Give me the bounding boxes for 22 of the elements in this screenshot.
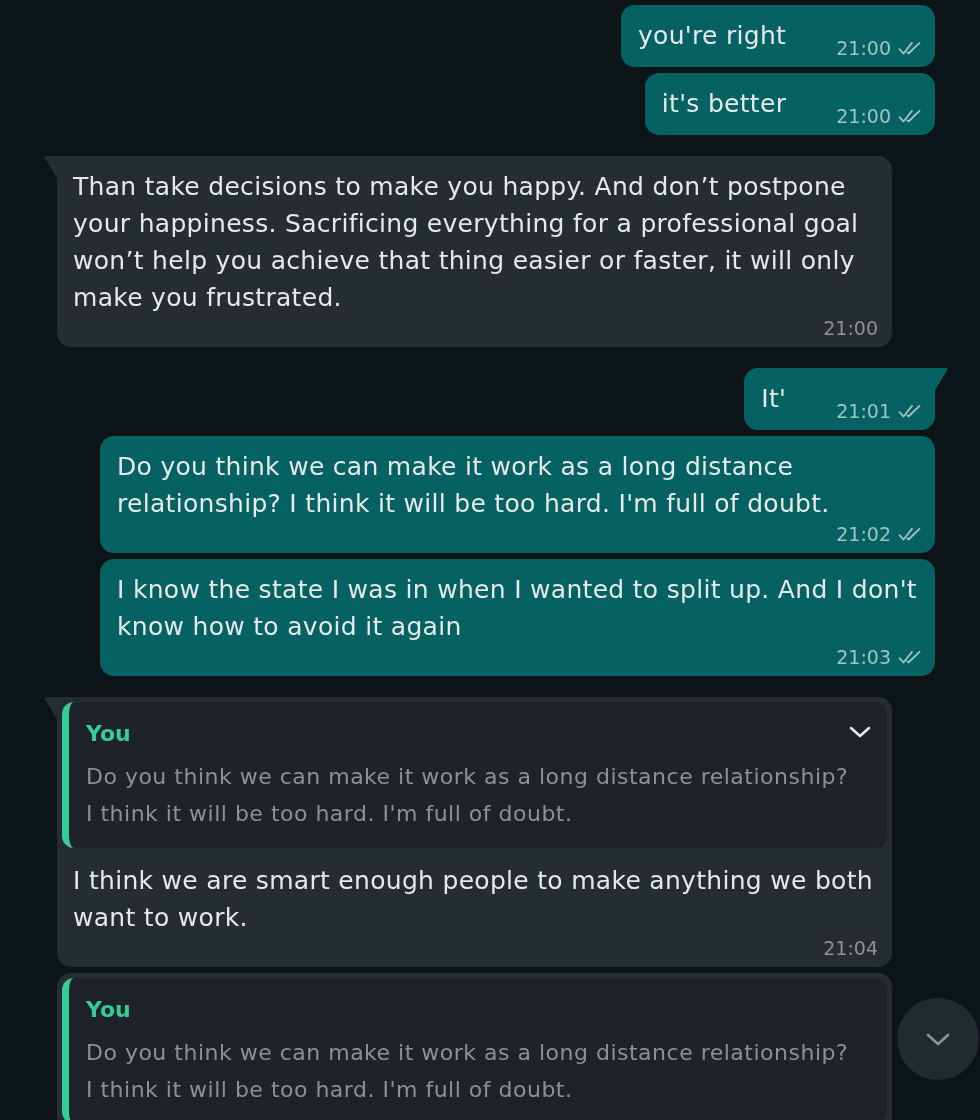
message-text: I think we are smart enough people to make anything we both want to work. — [73, 865, 874, 934]
message-text: It' — [761, 383, 787, 415]
message-time: 21:04 — [823, 936, 878, 960]
message-text: you're right — [638, 20, 787, 52]
chevron-down-icon — [926, 1032, 950, 1046]
quote-author: You — [86, 996, 131, 1024]
message-time: 21:01 — [836, 399, 891, 423]
quote-text: Do you think we can make it work as a long distance relationship? I think it will be too hard. I'm full of doubt. — [86, 763, 850, 828]
chevron-down-icon[interactable] — [849, 726, 871, 738]
message-time: 21:00 — [836, 36, 891, 60]
quoted-message[interactable]: You Do you think we can make it work as a long distance relationship? I think it will be too hard. I'm full of doubt. — [62, 978, 887, 1120]
quote-author: You — [86, 720, 131, 748]
message-text: I know the state I was in when I wanted to split up. And I don't know how to avoid it again — [117, 574, 918, 643]
message-text: Than take decisions to make you happy. And don’t postpone your happiness. Sacrificing everything for a professional goal won’t help you achieve that thing easier or faster, it will only make you frustrated. — [73, 171, 860, 314]
message-time: 21:00 — [823, 316, 878, 340]
quoted-message[interactable]: You Do you think we can make it work as a long distance relationship? I think it will be too hard. I'm full of doubt. — [62, 702, 887, 848]
message-text: it's better — [661, 88, 787, 120]
message-text: Do you think we can make it work as a long distance relationship? I think it will be too hard. I'm full of doubt. — [117, 451, 831, 520]
message-time: 21:00 — [836, 104, 891, 128]
quote-text: Do you think we can make it work as a long distance relationship? I think it will be too hard. I'm full of doubt. — [86, 1039, 850, 1104]
message-time: 21:03 — [836, 645, 891, 669]
message-time: 21:02 — [836, 522, 891, 546]
